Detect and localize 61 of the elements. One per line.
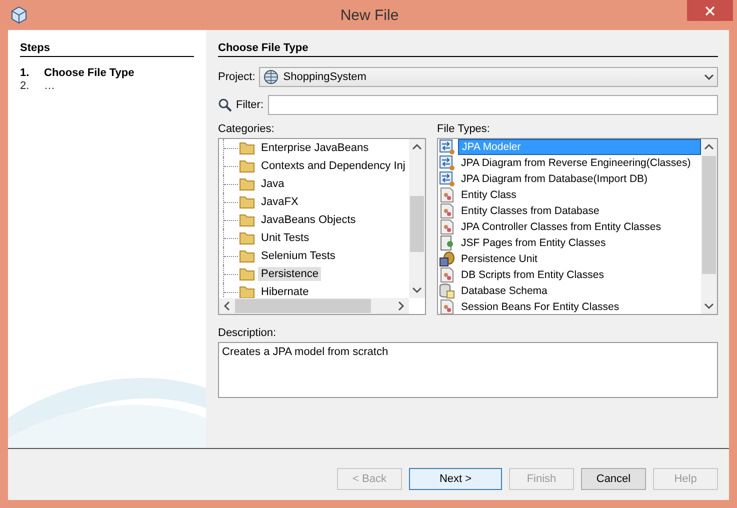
folder-icon	[239, 158, 255, 174]
project-label: Project:	[218, 71, 256, 83]
category-item[interactable]: Persistence	[258, 267, 322, 281]
cube-icon	[10, 6, 28, 24]
category-item[interactable]: Hibernate	[258, 285, 312, 298]
category-item[interactable]: JavaFX	[258, 195, 302, 209]
file-type-item[interactable]: DB Scripts from Entity Classes	[458, 268, 607, 282]
diagram-icon	[439, 139, 455, 155]
file-type-item[interactable]: JPA Controller Classes from Entity Classes	[458, 220, 664, 234]
database-unit-icon	[439, 251, 455, 267]
database-icon	[439, 283, 455, 299]
project-dropdown[interactable]: ShoppingSystem	[259, 67, 718, 87]
folder-icon	[239, 266, 255, 282]
scrollbar-thumb[interactable]	[702, 156, 716, 274]
file-type-item[interactable]: JPA Diagram from Database(Import DB)	[458, 172, 651, 186]
file-type-item[interactable]: Entity Classes from Database	[458, 204, 602, 218]
categories-label: Categories:	[218, 123, 276, 135]
category-item[interactable]: Unit Tests	[258, 231, 312, 245]
file-types-label: File Types:	[437, 123, 491, 135]
steps-heading: Steps	[20, 42, 194, 57]
globe-icon	[263, 69, 280, 85]
file-type-item[interactable]: Database Schema	[458, 284, 550, 298]
folder-icon	[239, 194, 255, 210]
filter-field[interactable]	[268, 95, 718, 115]
step-item: 2. …	[20, 80, 56, 93]
folder-icon	[239, 212, 255, 228]
scrollbar-thumb[interactable]	[235, 299, 371, 313]
filter-label: Filter:	[236, 99, 264, 111]
document-icon	[439, 203, 455, 219]
search-icon	[218, 98, 232, 112]
file-type-item[interactable]: Entity Class	[458, 188, 520, 202]
folder-icon	[239, 230, 255, 246]
dialog-button[interactable]: Cancel	[581, 468, 646, 490]
section-heading: Choose File Type	[218, 42, 718, 57]
scrollbar-thumb[interactable]	[410, 196, 424, 252]
page-icon	[439, 235, 455, 251]
close-icon	[705, 6, 715, 16]
description-text: Creates a JPA model from scratch	[222, 346, 388, 358]
diagram-icon	[439, 155, 455, 171]
step-item: 1. Choose File Type	[20, 67, 136, 80]
document-icon	[439, 299, 455, 314]
document-icon	[439, 219, 455, 235]
folder-icon	[239, 248, 255, 264]
file-type-item[interactable]: JPA Diagram from Reverse Engineering(Classes)	[458, 156, 694, 170]
description-label: Description:	[218, 327, 278, 339]
category-item[interactable]: JavaBeans Objects	[258, 213, 359, 227]
category-item[interactable]: Selenium Tests	[258, 249, 338, 263]
folder-icon	[239, 176, 255, 192]
category-item[interactable]: Java	[258, 177, 288, 191]
file-type-item[interactable]: JSF Pages from Entity Classes	[458, 236, 609, 250]
category-item[interactable]: Contexts and Dependency Inj	[258, 159, 408, 173]
file-type-item[interactable]: Session Beans For Entity Classes	[458, 300, 622, 314]
close-button[interactable]	[687, 0, 733, 21]
dialog-button[interactable]: Next >	[409, 468, 502, 490]
diagram-icon	[439, 171, 455, 187]
category-item[interactable]: Enterprise JavaBeans	[258, 141, 372, 155]
folder-icon	[239, 140, 255, 156]
document-icon	[439, 267, 455, 283]
document-icon	[439, 187, 455, 203]
window-title: New File	[339, 6, 400, 24]
file-type-item[interactable]: Persistence Unit	[458, 252, 540, 266]
